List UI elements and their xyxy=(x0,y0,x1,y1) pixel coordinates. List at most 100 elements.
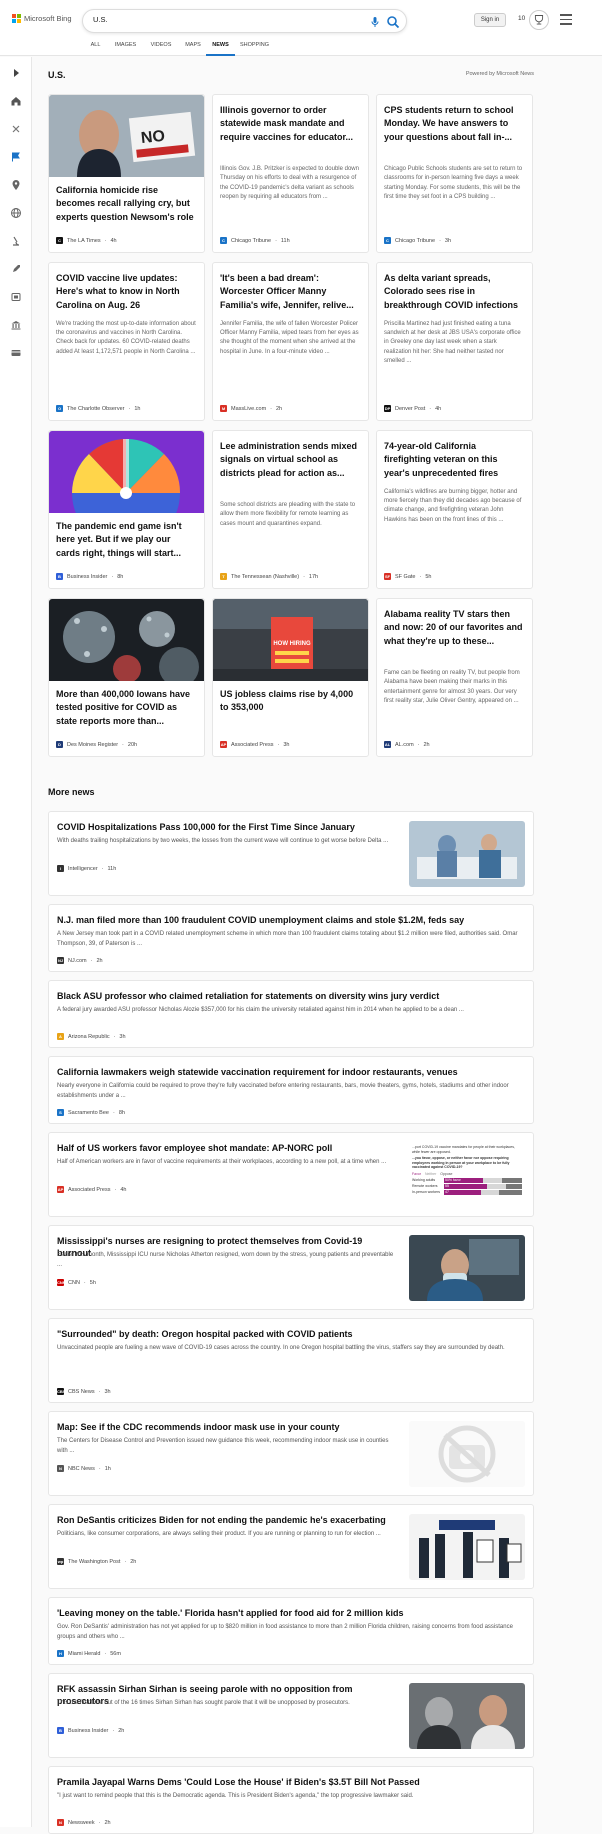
news-card[interactable]: HOW HIRING US jobless claims rise by 4,00… xyxy=(212,598,369,757)
news-source[interactable]: B Business Insider · 2h xyxy=(57,1727,124,1734)
card-title[interactable]: COVID vaccine live updates: Here's what … xyxy=(56,272,197,312)
film-icon[interactable] xyxy=(10,291,22,303)
microscope-icon[interactable] xyxy=(10,235,22,247)
news-title[interactable]: COVID Hospitalizations Pass 100,000 for … xyxy=(57,821,397,833)
news-thumbnail[interactable] xyxy=(409,821,525,887)
news-title[interactable]: California lawmakers weigh statewide vac… xyxy=(57,1066,525,1078)
search-icon[interactable] xyxy=(386,15,400,29)
card-title[interactable]: CPS students return to school Monday. We… xyxy=(384,104,525,144)
more-news-item[interactable]: Ron DeSantis criticizes Biden for not en… xyxy=(48,1504,534,1589)
more-news-item[interactable]: N.J. man filed more than 100 fraudulent … xyxy=(48,904,534,972)
bank-icon[interactable] xyxy=(10,319,22,331)
card-source[interactable]: M MassLive.com · 2h xyxy=(220,405,282,412)
news-card[interactable]: 'It's been a bad dream': Worcester Offic… xyxy=(212,262,369,421)
card-image[interactable]: NO xyxy=(49,95,204,177)
news-card[interactable]: NO California homicide rise becomes recal… xyxy=(48,94,205,253)
card-source[interactable]: SF SF Gate · 5h xyxy=(384,573,431,580)
globe-icon[interactable] xyxy=(10,207,22,219)
news-source[interactable]: A Arizona Republic · 3h xyxy=(57,1033,126,1040)
news-source[interactable]: wp The Washington Post · 2h xyxy=(57,1558,136,1565)
expand-arrow-icon[interactable] xyxy=(10,67,22,79)
rewards-points[interactable]: 10 xyxy=(518,15,525,22)
card-image[interactable] xyxy=(49,431,204,513)
news-thumbnail[interactable]: ...port COVID-19 vaccine mandates for pe… xyxy=(409,1142,525,1208)
news-source[interactable]: S Sacramento Bee · 8h xyxy=(57,1109,125,1116)
card-title[interactable]: California homicide rise becomes recall … xyxy=(56,184,197,224)
more-news-item[interactable]: Black ASU professor who claimed retaliat… xyxy=(48,980,534,1048)
tab-images[interactable]: IMAGES xyxy=(109,40,142,56)
location-pin-icon[interactable] xyxy=(10,179,22,191)
news-card[interactable]: 74-year-old California firefighting vete… xyxy=(376,430,533,589)
news-card[interactable]: Alabama reality TV stars then and now: 2… xyxy=(376,598,533,757)
more-news-item[interactable]: 'Leaving money on the table.' Florida ha… xyxy=(48,1597,534,1665)
news-card[interactable]: COVID vaccine live updates: Here's what … xyxy=(48,262,205,421)
news-source[interactable]: I Intelligencer · 11h xyxy=(57,865,116,872)
card-title[interactable]: 'It's been a bad dream': Worcester Offic… xyxy=(220,272,361,312)
card-source[interactable]: O The Charlotte Observer · 1h xyxy=(56,405,140,412)
more-news-item[interactable]: Map: See if the CDC recommends indoor ma… xyxy=(48,1411,534,1496)
card-title[interactable]: The pandemic end game isn't here yet. Bu… xyxy=(56,520,197,560)
card-source[interactable]: DP Denver Post · 4h xyxy=(384,405,441,412)
credit-card-icon[interactable] xyxy=(10,347,22,359)
news-card[interactable]: CPS students return to school Monday. We… xyxy=(376,94,533,253)
card-source[interactable]: D Des Moines Register · 20h xyxy=(56,741,137,748)
news-thumbnail[interactable] xyxy=(409,1421,525,1487)
news-source[interactable]: AP Associated Press · 4h xyxy=(57,1186,126,1193)
card-source[interactable]: AL AL.com · 2h xyxy=(384,741,430,748)
sparkle-icon[interactable] xyxy=(10,123,22,135)
news-title[interactable]: Ron DeSantis criticizes Biden for not en… xyxy=(57,1514,397,1526)
card-title[interactable]: Alabama reality TV stars then and now: 2… xyxy=(384,608,525,648)
card-source[interactable]: AP Associated Press · 3h xyxy=(220,741,289,748)
flag-icon[interactable] xyxy=(10,151,22,163)
card-image[interactable] xyxy=(49,599,204,681)
news-card[interactable]: Lee administration sends mixed signals o… xyxy=(212,430,369,589)
news-source[interactable]: CNN CNN · 5h xyxy=(57,1279,96,1286)
home-icon[interactable] xyxy=(10,95,22,107)
more-news-item[interactable]: COVID Hospitalizations Pass 100,000 for … xyxy=(48,811,534,896)
more-news-item[interactable]: Mississippi's nurses are resigning to pr… xyxy=(48,1225,534,1310)
card-title[interactable]: Lee administration sends mixed signals o… xyxy=(220,440,361,480)
news-thumbnail[interactable] xyxy=(409,1514,525,1580)
news-title[interactable]: Pramila Jayapal Warns Dems 'Could Lose t… xyxy=(57,1776,525,1788)
card-title[interactable]: More than 400,000 Iowans have tested pos… xyxy=(56,688,197,728)
rocket-icon[interactable] xyxy=(10,263,22,275)
news-card[interactable]: Illinois governor to order statewide mas… xyxy=(212,94,369,253)
news-card[interactable]: More than 400,000 Iowans have tested pos… xyxy=(48,598,205,757)
news-source[interactable]: H Miami Herald · 56m xyxy=(57,1650,121,1657)
news-title[interactable]: Half of US workers favor employee shot m… xyxy=(57,1142,397,1154)
news-title[interactable]: "Surrounded" by death: Oregon hospital p… xyxy=(57,1328,525,1340)
more-news-item[interactable]: Pramila Jayapal Warns Dems 'Could Lose t… xyxy=(48,1766,534,1834)
news-thumbnail[interactable] xyxy=(409,1683,525,1749)
tab-news[interactable]: NEWS xyxy=(206,40,235,56)
card-title[interactable]: 74-year-old California firefighting vete… xyxy=(384,440,525,480)
tab-videos[interactable]: VIDEOS xyxy=(142,40,180,56)
news-title[interactable]: Map: See if the CDC recommends indoor ma… xyxy=(57,1421,397,1433)
search-input[interactable] xyxy=(93,15,343,24)
news-thumbnail[interactable] xyxy=(409,1235,525,1301)
more-news-item[interactable]: "Surrounded" by death: Oregon hospital p… xyxy=(48,1318,534,1403)
tab-all[interactable]: ALL xyxy=(82,40,109,56)
bing-logo[interactable]: Microsoft Bing xyxy=(12,14,72,23)
card-source[interactable]: C The LA Times · 4h xyxy=(56,237,117,244)
news-card[interactable]: The pandemic end game isn't here yet. Bu… xyxy=(48,430,205,589)
news-title[interactable]: 'Leaving money on the table.' Florida ha… xyxy=(57,1607,525,1619)
news-card[interactable]: As delta variant spreads, Colorado sees … xyxy=(376,262,533,421)
card-source[interactable]: C Chicago Tribune · 11h xyxy=(220,237,290,244)
card-source[interactable]: C Chicago Tribune · 3h xyxy=(384,237,451,244)
news-title[interactable]: N.J. man filed more than 100 fraudulent … xyxy=(57,914,525,926)
card-title[interactable]: As delta variant spreads, Colorado sees … xyxy=(384,272,525,312)
news-source[interactable]: CBS CBS News · 3h xyxy=(57,1388,111,1395)
card-title[interactable]: US jobless claims rise by 4,000 to 353,0… xyxy=(220,688,361,715)
microphone-icon[interactable] xyxy=(369,16,381,28)
hamburger-menu-icon[interactable] xyxy=(560,14,572,25)
news-source[interactable]: NJ NJ.com · 2h xyxy=(57,957,103,964)
card-title[interactable]: Illinois governor to order statewide mas… xyxy=(220,104,361,144)
tab-maps[interactable]: MAPS xyxy=(180,40,206,56)
more-news-item[interactable]: California lawmakers weigh statewide vac… xyxy=(48,1056,534,1124)
card-source[interactable]: B Business Insider · 8h xyxy=(56,573,123,580)
sign-in-button[interactable]: Sign in xyxy=(474,13,506,27)
more-news-item[interactable]: RFK assassin Sirhan Sirhan is seeing par… xyxy=(48,1673,534,1758)
news-source[interactable]: N NBC News · 1h xyxy=(57,1465,111,1472)
powered-by-label[interactable]: Powered by Microsoft News xyxy=(466,71,534,77)
rewards-trophy-icon[interactable] xyxy=(529,10,549,30)
